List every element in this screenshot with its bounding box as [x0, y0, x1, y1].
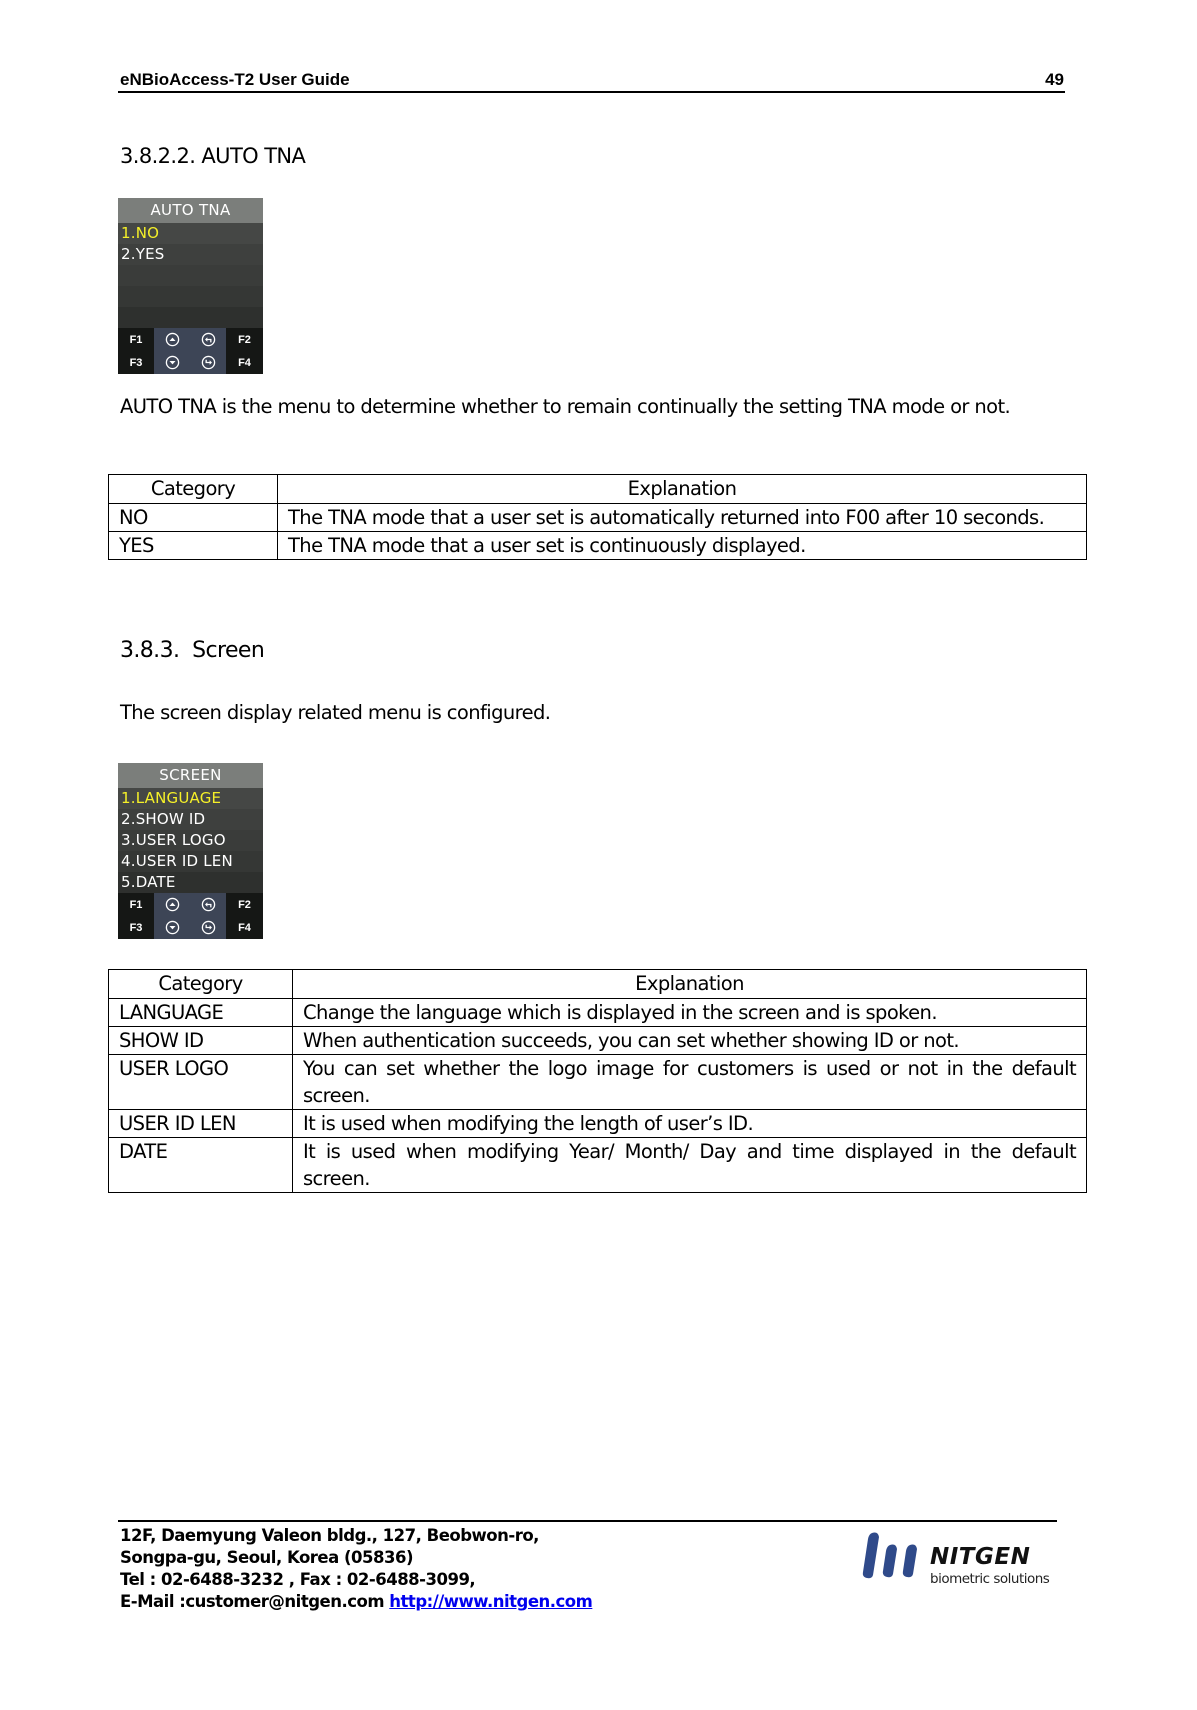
address-line-2: Songpa-gu, Seoul, Korea (05836) — [120, 1548, 414, 1567]
explanation-cell: You can set whether the logo image for c… — [292, 1054, 1087, 1110]
device-title: AUTO TNA — [118, 198, 263, 223]
section-heading-auto-tna: 3.8.2.2. AUTO TNA — [120, 144, 306, 168]
device-menu-item — [118, 307, 263, 328]
category-cell: USER LOGO — [108, 1054, 293, 1110]
back-icon — [190, 893, 226, 916]
page-number: 49 — [1045, 70, 1064, 89]
auto-tna-table: Category Explanation NO The TNA mode tha… — [108, 474, 1087, 560]
category-cell: SHOW ID — [108, 1026, 293, 1055]
f3-key: F3 — [118, 351, 154, 374]
device-keypad: F1 F2 F3 F4 — [118, 893, 263, 939]
table-row: USER ID LEN It is used when modifying th… — [108, 1109, 1087, 1138]
explanation-cell: It is used when modifying Year/ Month/ D… — [292, 1137, 1087, 1193]
device-menu-item: 5.DATE — [118, 872, 263, 893]
section-heading-screen: 3.8.3. Screen — [120, 638, 265, 663]
table-row: NO The TNA mode that a user set is autom… — [108, 503, 1087, 532]
auto-tna-description: AUTO TNA is the menu to determine whethe… — [120, 395, 1011, 418]
f3-key: F3 — [118, 916, 154, 939]
enter-icon — [190, 351, 226, 374]
explanation-cell: When authentication succeeds, you can se… — [292, 1026, 1087, 1055]
address-line-1: 12F, Daemyung Valeon bldg., 127, Beobwon… — [120, 1526, 539, 1545]
column-header-explanation: Explanation — [277, 474, 1087, 504]
down-icon — [154, 351, 190, 374]
column-header-category: Category — [108, 969, 293, 999]
category-cell: YES — [108, 531, 278, 560]
explanation-cell: The TNA mode that a user set is continuo… — [277, 531, 1087, 560]
category-cell: NO — [108, 503, 278, 532]
device-menu-item: 2.SHOW ID — [118, 809, 263, 830]
device-menu-item — [118, 265, 263, 286]
device-menu-item: 4.USER ID LEN — [118, 851, 263, 872]
device-menu-item — [118, 286, 263, 307]
table-row: USER LOGO You can set whether the logo i… — [108, 1054, 1087, 1110]
explanation-cell: Change the language which is displayed i… — [292, 998, 1087, 1027]
email-text: E-Mail :customer@nitgen.com — [120, 1592, 385, 1611]
device-menu-item: 1.LANGUAGE — [118, 788, 263, 809]
contact-line: E-Mail :customer@nitgen.com http://www.n… — [120, 1591, 593, 1613]
device-menu-item: 1.NO — [118, 223, 263, 244]
table-header-row: Category Explanation — [108, 474, 1087, 504]
phone-fax-line: Tel : 02-6488-3232 , Fax : 02-6488-3099, — [120, 1570, 476, 1589]
explanation-cell: The TNA mode that a user set is automati… — [277, 503, 1087, 532]
device-screen-auto-tna: AUTO TNA 1.NO 2.YES F1 F2 F3 F4 — [118, 198, 263, 374]
screen-settings-table: Category Explanation LANGUAGE Change the… — [108, 969, 1087, 1193]
category-cell: USER ID LEN — [108, 1109, 293, 1138]
device-menu-item: 2.YES — [118, 244, 263, 265]
enter-icon — [190, 916, 226, 939]
device-keypad: F1 F2 F3 F4 — [118, 328, 263, 374]
category-cell: LANGUAGE — [108, 998, 293, 1027]
screen-description: The screen display related menu is confi… — [120, 701, 551, 724]
website-link[interactable]: http://www.nitgen.com — [389, 1592, 593, 1611]
footer-divider — [118, 1520, 1057, 1522]
f2-key: F2 — [226, 893, 263, 916]
header-divider — [118, 91, 1065, 93]
table-row: SHOW ID When authentication succeeds, yo… — [108, 1026, 1087, 1055]
column-header-category: Category — [108, 474, 278, 504]
f1-key: F1 — [118, 328, 154, 351]
table-row: LANGUAGE Change the language which is di… — [108, 998, 1087, 1027]
f2-key: F2 — [226, 328, 263, 351]
document-title: eNBioAccess-T2 User Guide — [120, 70, 350, 89]
explanation-cell: It is used when modifying the length of … — [292, 1109, 1087, 1138]
table-row: DATE It is used when modifying Year/ Mon… — [108, 1137, 1087, 1193]
table-row: YES The TNA mode that a user set is cont… — [108, 531, 1087, 560]
f4-key: F4 — [226, 351, 263, 374]
f4-key: F4 — [226, 916, 263, 939]
down-icon — [154, 916, 190, 939]
logo-tagline: biometric solutions — [930, 1571, 1050, 1587]
f1-key: F1 — [118, 893, 154, 916]
up-icon — [154, 328, 190, 351]
device-screen-screen-menu: SCREEN 1.LANGUAGE 2.SHOW ID 3.USER LOGO … — [118, 763, 263, 939]
footer-contact: 12F, Daemyung Valeon bldg., 127, Beobwon… — [120, 1525, 593, 1613]
category-cell: DATE — [108, 1137, 293, 1193]
column-header-explanation: Explanation — [292, 969, 1087, 999]
device-title: SCREEN — [118, 763, 263, 788]
table-header-row: Category Explanation — [108, 969, 1087, 999]
logo-wordmark: NITGEN — [930, 1544, 1031, 1570]
up-icon — [154, 893, 190, 916]
device-menu-item: 3.USER LOGO — [118, 830, 263, 851]
back-icon — [190, 328, 226, 351]
